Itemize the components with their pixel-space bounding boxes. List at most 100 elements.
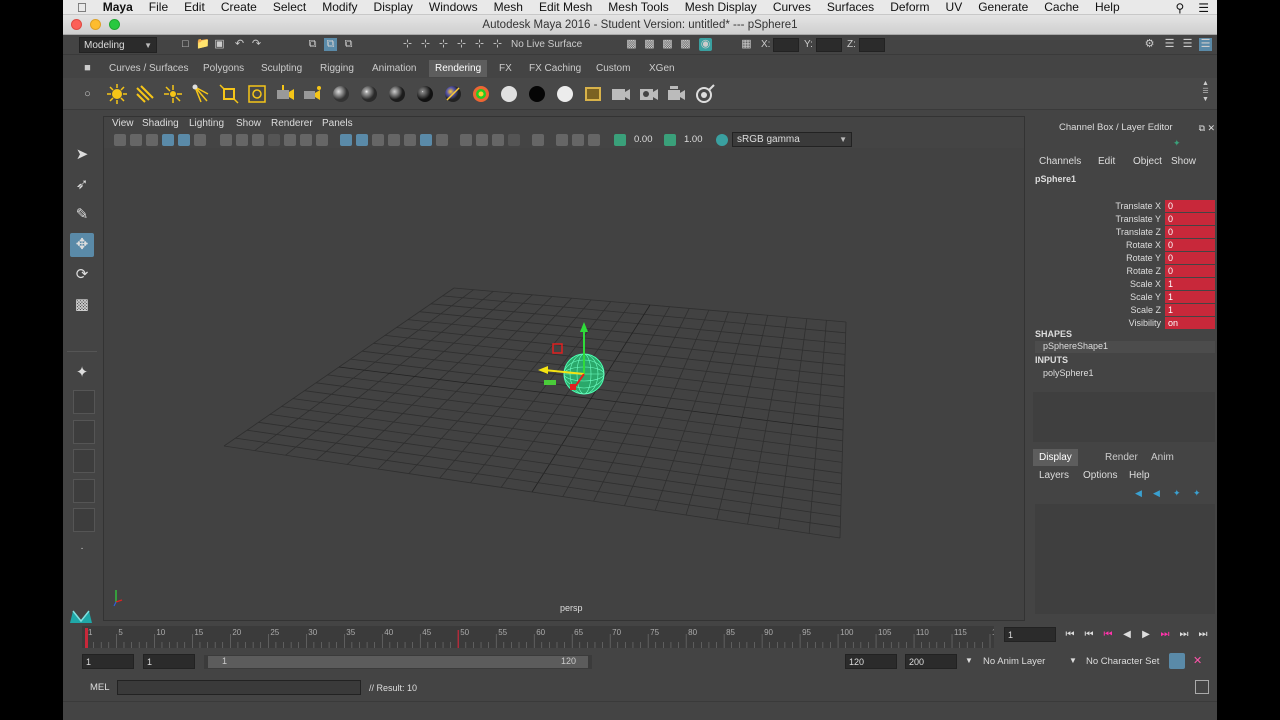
viewport-persp[interactable]: View Shading Lighting Show Renderer Pane… (103, 116, 1025, 621)
attr-value[interactable]: 0 (1165, 213, 1215, 225)
snap-view-plane-icon[interactable]: ⊹ (455, 38, 468, 51)
spotlight-search-icon[interactable]: ⚲ (1175, 1, 1184, 15)
animation-preferences-icon[interactable]: ✕ (1193, 654, 1202, 667)
shelf-tab-sculpting[interactable]: Sculpting (255, 60, 308, 77)
attr-value[interactable]: 1 (1165, 304, 1215, 316)
channel-menu-object[interactable]: Object (1133, 156, 1162, 167)
auto-key-icon[interactable] (1169, 653, 1185, 669)
channel-menu-show[interactable]: Show (1171, 156, 1196, 167)
shape-node-name[interactable]: pSphereShape1 (1043, 341, 1108, 351)
redo-icon[interactable]: ↷ (250, 38, 263, 51)
smooth-shade-icon[interactable] (356, 134, 368, 146)
chevron-down-icon[interactable]: ▼ (1069, 656, 1077, 665)
symmetry-icon[interactable]: ▦ (740, 38, 753, 51)
single-perspective-layout-icon[interactable]: ✦ (70, 361, 94, 385)
viewport-menu-panels[interactable]: Panels (322, 118, 353, 129)
image-plane-icon[interactable] (162, 134, 174, 146)
screen-space-ao-icon[interactable] (476, 134, 488, 146)
viewport-menu-show[interactable]: Show (236, 118, 261, 129)
playback-start-field[interactable]: 1 (143, 654, 195, 669)
grid-icon[interactable] (220, 134, 232, 146)
menu-create[interactable]: Create (221, 0, 257, 14)
safe-title-icon[interactable] (316, 134, 328, 146)
use-all-lights-icon[interactable] (436, 134, 448, 146)
paint-select-tool-icon[interactable]: ✎ (70, 203, 94, 227)
render-settings-icon[interactable]: ▩ (679, 38, 692, 51)
attr-value[interactable]: 0 (1165, 265, 1215, 277)
attr-value[interactable]: 1 (1165, 291, 1215, 303)
attr-row-scale-z[interactable]: Scale Z 1 (1035, 304, 1215, 317)
attr-value[interactable]: 0 (1165, 252, 1215, 264)
attr-row-translate-y[interactable]: Translate Y 0 (1035, 213, 1215, 226)
animation-start-field[interactable]: 1 (82, 654, 134, 669)
command-language-label[interactable]: MEL (90, 682, 110, 693)
viewport-menu-renderer[interactable]: Renderer (271, 118, 313, 129)
menu-help[interactable]: Help (1095, 0, 1120, 14)
backface-culling-icon[interactable] (588, 134, 600, 146)
four-view-layout-icon[interactable] (73, 390, 95, 414)
shelf-scroll-arrows-icon[interactable]: ▲ ☰ ▼ (1199, 80, 1212, 103)
gamma-icon[interactable] (664, 134, 676, 146)
layer-tab-anim[interactable]: Anim (1145, 449, 1180, 466)
channel-box-toggle-icon[interactable]: ☰ (1199, 38, 1212, 51)
attr-row-translate-x[interactable]: Translate X 0 (1035, 200, 1215, 213)
snap-point-icon[interactable]: ⊹ (437, 38, 450, 51)
anim-layer-dropdown[interactable]: No Anim Layer (983, 656, 1045, 667)
gamma-value[interactable]: 1.00 (684, 134, 703, 145)
phong-material-icon[interactable] (387, 84, 407, 104)
rotate-tool-icon[interactable]: ⟳ (70, 263, 94, 287)
open-scene-icon[interactable]: 📁 (196, 38, 210, 51)
shelf-tab-custom[interactable]: Custom (590, 60, 636, 77)
modeling-toolkit-icon[interactable]: ⚙ (1143, 38, 1156, 51)
new-layer-selected-icon[interactable]: ✦ (1193, 488, 1201, 499)
shelf-tab-rendering[interactable]: Rendering (429, 60, 488, 77)
shelf-tab-xgen[interactable]: XGen (643, 60, 681, 77)
wireframe-icon[interactable] (340, 134, 352, 146)
safe-action-icon[interactable] (300, 134, 312, 146)
layer-menu-options[interactable]: Options (1083, 470, 1117, 481)
lock-camera-icon[interactable] (130, 134, 142, 146)
ipr-render-shelf-icon[interactable] (639, 84, 659, 104)
render-current-icon[interactable] (611, 84, 631, 104)
undo-icon[interactable]: ↶ (233, 38, 246, 51)
menu-edit-mesh[interactable]: Edit Mesh (539, 0, 592, 14)
live-surface-icon[interactable]: ⊹ (491, 38, 504, 51)
channel-box-object-name[interactable]: pSphere1 (1035, 174, 1076, 184)
shelf-tab-fx[interactable]: FX (493, 60, 518, 77)
phong-e-material-icon[interactable] (415, 84, 435, 104)
camera-icon[interactable] (275, 84, 295, 104)
point-light-icon[interactable] (163, 84, 183, 104)
camera-aim-icon[interactable] (303, 84, 323, 104)
anti-aliasing-icon[interactable] (508, 134, 520, 146)
blinn-material-icon[interactable] (359, 84, 379, 104)
2d-pan-zoom-icon[interactable] (178, 134, 190, 146)
step-forward-frame-icon[interactable]: ⏭ (1177, 629, 1191, 640)
move-layer-down-icon[interactable]: ◀ (1153, 488, 1160, 499)
persp-graph-layout-icon[interactable] (73, 449, 95, 473)
menu-set-dropdown[interactable]: Modeling ▼ (79, 37, 157, 53)
view-transform-dropdown[interactable]: sRGB gamma ▼ (732, 132, 852, 147)
step-forward-key-icon[interactable]: ⏭ (1158, 629, 1172, 640)
shelf-menu-icon[interactable]: ■ (81, 62, 94, 75)
directional-light-icon[interactable] (135, 84, 155, 104)
attr-value[interactable]: 1 (1165, 278, 1215, 290)
menu-select[interactable]: Select (273, 0, 306, 14)
shape-row[interactable]: pSphereShape1 (1035, 341, 1215, 353)
z-coord-input[interactable] (859, 38, 885, 52)
play-forwards-icon[interactable]: ▶ (1139, 629, 1153, 640)
spot-light-icon[interactable] (191, 84, 211, 104)
layer-list[interactable] (1035, 504, 1215, 614)
select-camera-icon[interactable] (114, 134, 126, 146)
attr-value[interactable]: 0 (1165, 239, 1215, 251)
y-coord-input[interactable] (816, 38, 842, 52)
shelf-tab-curves-surfaces[interactable]: Curves / Surfaces (103, 60, 194, 77)
shelf-tab-rigging[interactable]: Rigging (314, 60, 360, 77)
step-back-frame-icon[interactable]: ⏮ (1082, 629, 1096, 640)
shelf-tab-polygons[interactable]: Polygons (197, 60, 250, 77)
ambient-light-icon[interactable] (107, 84, 127, 104)
select-hierarchy-icon[interactable]: ⧉ (306, 38, 319, 51)
xray-active-icon[interactable] (572, 134, 584, 146)
new-scene-icon[interactable]: □ (179, 38, 192, 51)
current-time-marker[interactable] (85, 628, 88, 648)
outliner-persp-graph-layout-icon[interactable] (73, 508, 95, 532)
